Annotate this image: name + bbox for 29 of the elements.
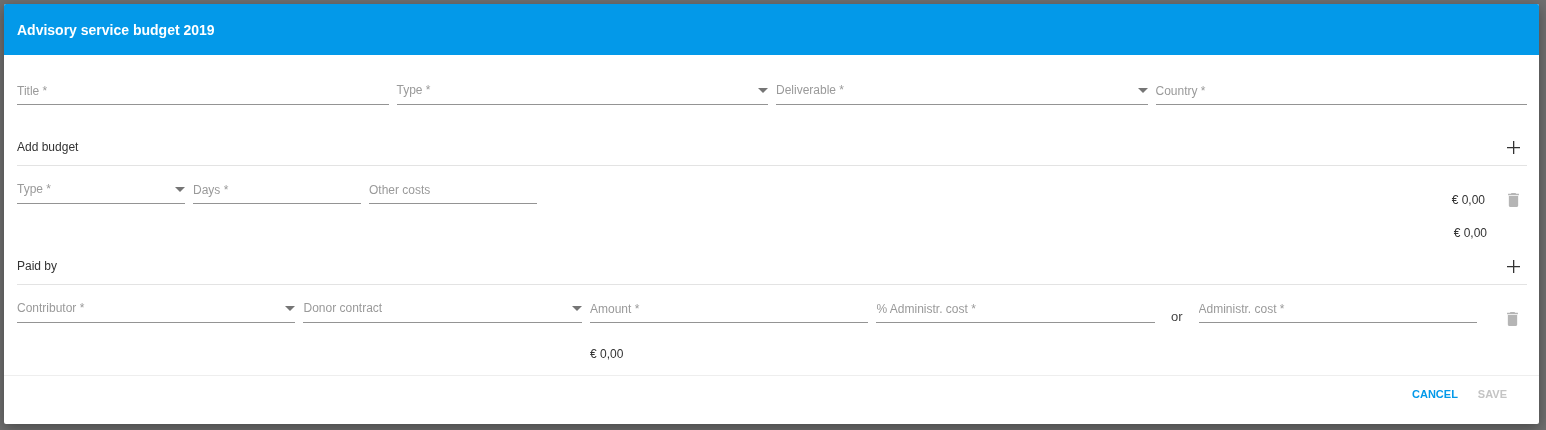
text-field[interactable]: Administr. cost *: [1198, 289, 1477, 323]
plus-icon: [1506, 259, 1520, 273]
dialog-title: Advisory service budget 2019: [17, 21, 215, 38]
line-total: € 0,00: [1451, 193, 1485, 207]
select-field[interactable]: Type *: [17, 170, 185, 204]
section-heading: Add budget: [17, 140, 79, 154]
separator-text: or: [1169, 308, 1184, 324]
select-field[interactable]: Donor contract: [303, 289, 582, 323]
caret-icon: [758, 88, 768, 93]
section-heading: Paid by: [17, 259, 58, 273]
caret-icon: [285, 306, 296, 311]
trash-icon: [1507, 312, 1519, 326]
trash-icon: [1507, 193, 1519, 207]
text-button[interactable]: CANCEL: [1404, 384, 1466, 404]
text-field[interactable]: Amount *: [589, 289, 869, 323]
caret-icon: [571, 306, 582, 311]
select-field[interactable]: Contributor *: [17, 289, 296, 323]
text-field[interactable]: Title *: [17, 71, 389, 105]
caret-icon: [1137, 88, 1148, 93]
select-field[interactable]: Type *: [396, 71, 768, 105]
text-field[interactable]: Other costs: [369, 170, 537, 204]
text-field[interactable]: % Administr. cost *: [876, 289, 1155, 323]
text-field[interactable]: Country *: [1155, 71, 1527, 105]
select-field[interactable]: Deliverable *: [776, 71, 1148, 105]
plus-icon: [1506, 140, 1520, 154]
budget-subtotal: € 0,00: [1453, 226, 1487, 240]
caret-icon: [175, 187, 185, 192]
amount-total: € 0,00: [589, 347, 625, 361]
text-field[interactable]: Days *: [193, 170, 361, 204]
